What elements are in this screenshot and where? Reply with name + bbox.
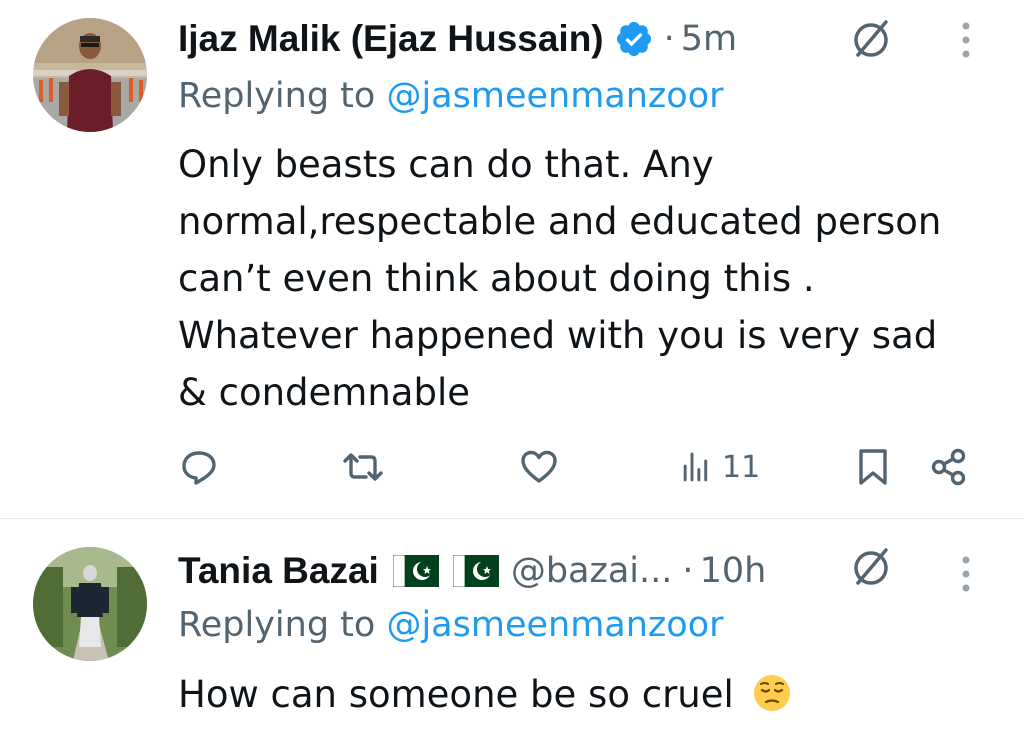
avatar[interactable] (33, 18, 147, 132)
tweet-text-line: How can someone be so cruel (178, 666, 998, 723)
tweet-text-line: Only beasts can do that. Any (178, 143, 714, 186)
pakistan-flag-icon (452, 554, 499, 588)
tweet-text-line: can’t even think about doing this . (178, 257, 815, 300)
share-icon (931, 448, 966, 486)
retweet-icon (343, 453, 383, 481)
more-vertical-icon[interactable] (956, 552, 976, 596)
pensive-face-emoji (752, 672, 792, 712)
timestamp[interactable]: 10h (700, 551, 767, 591)
author-handle[interactable]: @bazai... (511, 551, 673, 591)
tweet-header: Ijaz Malik (Ejaz Hussain) · 5m (178, 14, 737, 64)
replying-to: Replying to @jasmeenmanzoor (178, 76, 724, 116)
tweet-header: Tania Bazai @bazai... · 10h (178, 546, 766, 596)
replying-to-label: Replying to (178, 605, 387, 645)
tweet-text-line: & condemnable (178, 371, 470, 414)
views-icon (683, 452, 708, 482)
share-button[interactable] (928, 444, 970, 490)
replying-to: Replying to @jasmeenmanzoor (178, 605, 724, 645)
reply-icon (182, 451, 216, 485)
reply-mention-link[interactable]: @jasmeenmanzoor (386, 76, 723, 116)
views-button[interactable]: 11 (680, 444, 760, 490)
like-button[interactable] (518, 444, 560, 490)
separator-dot: · (663, 19, 675, 59)
tweet-text: How can someone be so cruel (178, 666, 998, 723)
tweet-text: Only beasts can do that. Any normal,resp… (178, 136, 998, 421)
bookmark-icon (859, 449, 887, 485)
author-name[interactable]: Ijaz Malik (Ejaz Hussain) (178, 18, 604, 60)
pakistan-flag-icon (392, 554, 439, 588)
more-vertical-icon[interactable] (956, 18, 976, 62)
author-name[interactable]: Tania Bazai (178, 550, 379, 592)
action-bar: 11 (0, 444, 1024, 494)
retweet-button[interactable] (342, 444, 384, 490)
separator-dot: · (682, 551, 694, 591)
tweet-text-line: normal,respectable and educated person (178, 200, 942, 243)
reply-mention-link[interactable]: @jasmeenmanzoor (386, 605, 723, 645)
timestamp[interactable]: 5m (681, 19, 737, 59)
avatar[interactable] (33, 547, 147, 661)
heart-icon (521, 450, 557, 483)
reply-button[interactable] (178, 444, 220, 490)
views-count: 11 (722, 449, 761, 485)
replying-to-label: Replying to (178, 76, 387, 116)
bookmark-button[interactable] (852, 444, 894, 490)
grok-icon[interactable] (848, 544, 894, 590)
tweet-text-line: Whatever happened with you is very sad (178, 314, 938, 357)
tweet[interactable]: Ijaz Malik (Ejaz Hussain) · 5m Replying … (0, 0, 1024, 518)
verified-badge-icon (614, 19, 654, 59)
grok-icon[interactable] (848, 16, 894, 62)
tweet-text-content: How can someone be so cruel (178, 673, 734, 716)
